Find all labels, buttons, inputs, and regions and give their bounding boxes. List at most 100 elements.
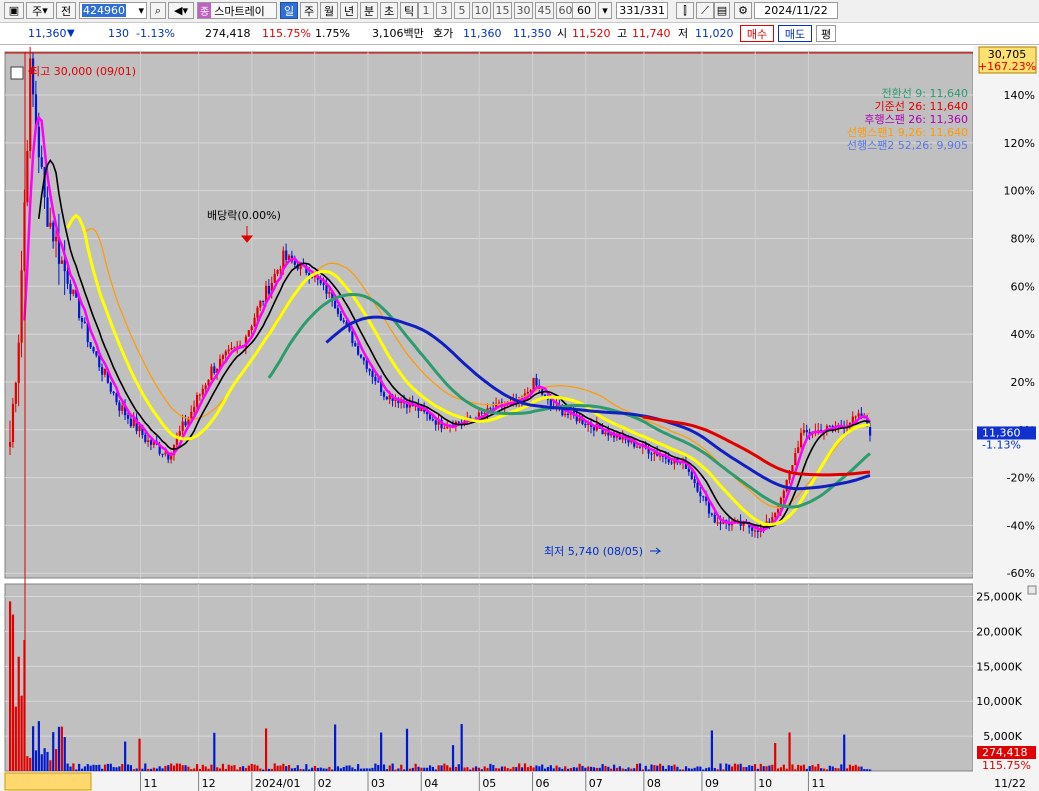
stock-chart[interactable]: 140%120%100%80%60%40%20%0%-20%-40%-60%25… (0, 46, 1039, 791)
volume-bar (523, 763, 527, 771)
volume-bar (753, 764, 757, 771)
volume-axis-label: 15,000K (976, 660, 1022, 673)
volume-panel (4, 583, 974, 772)
interval-button[interactable]: 30 (514, 2, 533, 19)
volume-bar (417, 766, 420, 771)
top-price-pct: +167.23% (978, 60, 1036, 73)
chevron-down-icon[interactable]: ▾ (138, 4, 144, 17)
volume-bar (774, 743, 777, 771)
volume-bar (184, 765, 187, 771)
volume-bar (348, 765, 351, 771)
period-button[interactable]: 분 (360, 2, 378, 19)
sell-button[interactable]: 매도 (778, 25, 812, 42)
volume-bar (37, 721, 40, 771)
gear-icon[interactable]: ⚙ (734, 2, 752, 19)
volume-bar (664, 768, 667, 771)
volume-bar (693, 767, 696, 771)
period-button[interactable]: 틱 (400, 2, 418, 19)
interval-button[interactable]: 45 (535, 2, 554, 19)
time-axis-label: 12 (202, 777, 216, 790)
date-field[interactable]: 2024/11/22 (754, 2, 838, 19)
volume-bar (170, 763, 173, 771)
candle-body (385, 396, 388, 400)
candle-body (195, 395, 199, 407)
volume-bar (172, 765, 176, 771)
volume-bar (308, 769, 311, 771)
market-select[interactable]: 주 ▾ (26, 2, 54, 19)
volume-bar (80, 768, 84, 771)
price-axis-label: -40% (1007, 519, 1035, 532)
volume-bar (515, 767, 518, 771)
volume-bar (756, 768, 760, 771)
volume-bar (759, 763, 762, 771)
candle-body (566, 413, 570, 415)
price-axis-label: 100% (1004, 185, 1035, 198)
count-value: 331 (619, 4, 641, 17)
interval-value[interactable]: 60 (572, 2, 596, 19)
volume-bar (43, 748, 46, 771)
interval-button[interactable]: 15 (493, 2, 512, 19)
buy-button[interactable]: 매수 (740, 25, 774, 42)
candle-icon[interactable]: ⫿ (676, 2, 694, 19)
volume-bar (495, 768, 498, 771)
candle-body (710, 513, 714, 515)
volume-bar (75, 769, 78, 771)
candle-body (164, 452, 167, 455)
candle-body (377, 381, 380, 383)
candle-body (869, 427, 872, 436)
volume-bar (716, 769, 719, 771)
period-button[interactable]: 년 (340, 2, 358, 19)
candle-body (650, 453, 653, 455)
candle-body (480, 412, 483, 414)
volume-bar (391, 763, 394, 771)
volume-bar (40, 754, 43, 771)
interval-button[interactable]: 1 (418, 2, 434, 19)
volume-bar (480, 769, 483, 771)
volume-bar (374, 763, 377, 771)
candle-body (365, 360, 368, 369)
volume-bar (276, 765, 279, 771)
volume-bar (725, 763, 728, 771)
period-button[interactable]: 초 (380, 2, 398, 19)
volume-bar (828, 765, 831, 771)
volume-bar (449, 767, 452, 771)
candle-body (549, 399, 552, 406)
interval-button[interactable]: 10 (472, 2, 491, 19)
volume-bar (500, 766, 504, 771)
candle-body (224, 351, 227, 356)
period-button[interactable]: 월 (320, 2, 338, 19)
volume-bar (561, 768, 564, 771)
search-icon[interactable]: ⌕ (150, 2, 166, 19)
time-axis-label: 06 (536, 777, 550, 790)
volume-bar (270, 768, 273, 771)
line-tool-icon[interactable]: ⟋ (696, 2, 714, 19)
interval-chevron-icon[interactable]: ▾ (598, 2, 612, 19)
price-axis-label: 140% (1004, 89, 1035, 102)
volume-bar (627, 767, 630, 771)
layout-icon[interactable]: ▣ (4, 2, 24, 19)
stock-name[interactable]: 종 스마트레이 (197, 2, 277, 19)
volume-bar (848, 764, 852, 771)
volume-bar (55, 749, 58, 771)
interval-button[interactable]: 3 (436, 2, 452, 19)
interval-button[interactable]: 5 (454, 2, 470, 19)
period-button[interactable]: 주 (300, 2, 318, 19)
volume-bar (739, 763, 742, 771)
type-select[interactable]: 전 (56, 2, 76, 19)
volume-bar (328, 766, 331, 771)
candle-body (526, 392, 529, 394)
save-icon[interactable]: ▤ (714, 2, 730, 19)
count-field[interactable]: 331/331 (616, 2, 668, 19)
volume-bar (460, 724, 463, 771)
ichimoku-legend-item: 후행스팬 26: 11,360 (864, 113, 968, 126)
candle-body (604, 432, 607, 435)
candle-body (535, 377, 538, 386)
volume-bar (149, 768, 153, 771)
period-button[interactable]: 일 (280, 2, 298, 19)
candle-body (279, 269, 282, 271)
stock-code-input[interactable]: 424960 ▾ (79, 2, 147, 19)
volume-bar (512, 766, 515, 771)
speaker-icon[interactable]: ◀▾ (168, 2, 194, 19)
eval-button[interactable]: 평 (816, 25, 836, 42)
volume-bar (403, 769, 406, 771)
